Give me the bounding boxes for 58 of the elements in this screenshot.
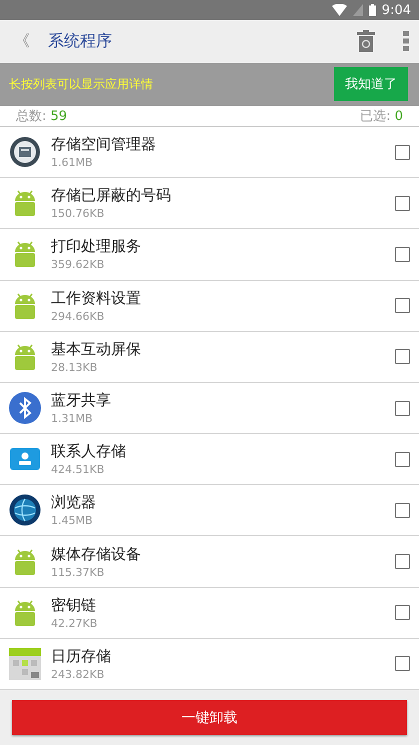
trash-icon[interactable] [357, 30, 375, 52]
app-name: 媒体存储设备 [51, 544, 142, 564]
app-size: 1.31MB [51, 412, 94, 425]
app-row[interactable]: 媒体存储设备 115.37KB [0, 536, 419, 588]
checkbox[interactable] [395, 349, 410, 364]
app-size: 115.37KB [51, 566, 106, 579]
app-row[interactable]: 密钥链 42.27KB [0, 588, 419, 639]
app-size: 243.82KB [51, 668, 106, 681]
app-size: 150.76KB [51, 207, 106, 220]
app-row[interactable]: 蓝牙共享 1.31MB [0, 382, 419, 434]
app-size: 42.27KB [51, 616, 98, 630]
hint-text: 长按列表可以显示应用详情 [9, 76, 153, 93]
app-row[interactable]: 打印处理服务 359.62KB [0, 229, 419, 281]
app-name: 基本互动屏保 [51, 340, 142, 359]
checkbox[interactable] [395, 605, 410, 620]
app-row[interactable]: 基本互动屏保 28.13KB [0, 332, 419, 383]
app-name: 打印处理服务 [51, 237, 142, 256]
checkbox[interactable] [395, 452, 410, 467]
signal-icon [352, 4, 363, 16]
app-row[interactable]: 工作资料设置 294.66KB [0, 280, 419, 332]
bluetooth-icon [9, 392, 41, 424]
app-name: 联系人存储 [51, 442, 127, 462]
checkbox[interactable] [395, 144, 410, 160]
status-time: 9:04 [382, 2, 411, 18]
calendar-icon [9, 648, 41, 680]
total-count: 总数: 59 [16, 108, 68, 125]
app-row[interactable]: 浏览器 1.45MB [0, 485, 419, 536]
checkbox[interactable] [395, 656, 410, 672]
checkbox[interactable] [395, 246, 410, 262]
app-size: 1.61MB [51, 156, 94, 170]
app-size: 359.62KB [51, 258, 106, 272]
checkbox[interactable] [395, 502, 410, 518]
app-name: 日历存储 [51, 646, 112, 666]
checkbox[interactable] [395, 400, 410, 416]
app-row[interactable]: 存储空间管理器 1.61MB [0, 126, 419, 178]
checkbox[interactable] [395, 554, 410, 570]
app-size: 424.51KB [51, 463, 106, 476]
more-icon[interactable] [403, 31, 409, 52]
app-name: 浏览器 [51, 493, 97, 512]
storage-icon [9, 136, 41, 168]
checkbox[interactable] [395, 298, 410, 314]
selected-count: 已选: 0 [360, 108, 403, 125]
battery-icon [368, 4, 376, 16]
app-name: 存储空间管理器 [51, 135, 157, 154]
app-name: 密钥链 [51, 596, 97, 615]
uninstall-button[interactable]: 一键卸载 [12, 700, 407, 736]
app-name: 存储已屏蔽的号码 [51, 186, 172, 206]
checkbox[interactable] [395, 196, 410, 211]
globe-icon [9, 494, 41, 526]
app-size: 294.66KB [51, 310, 106, 323]
app-row[interactable]: 存储已屏蔽的号码 150.76KB [0, 178, 419, 230]
app-row[interactable]: 联系人存储 424.51KB [0, 434, 419, 486]
wifi-icon [332, 4, 347, 16]
page-title: 系统程序 [48, 30, 113, 52]
app-name: 工作资料设置 [51, 288, 142, 308]
app-name: 蓝牙共享 [51, 391, 112, 410]
app-size: 1.45MB [51, 514, 94, 528]
app-size: 28.13KB [51, 360, 98, 374]
